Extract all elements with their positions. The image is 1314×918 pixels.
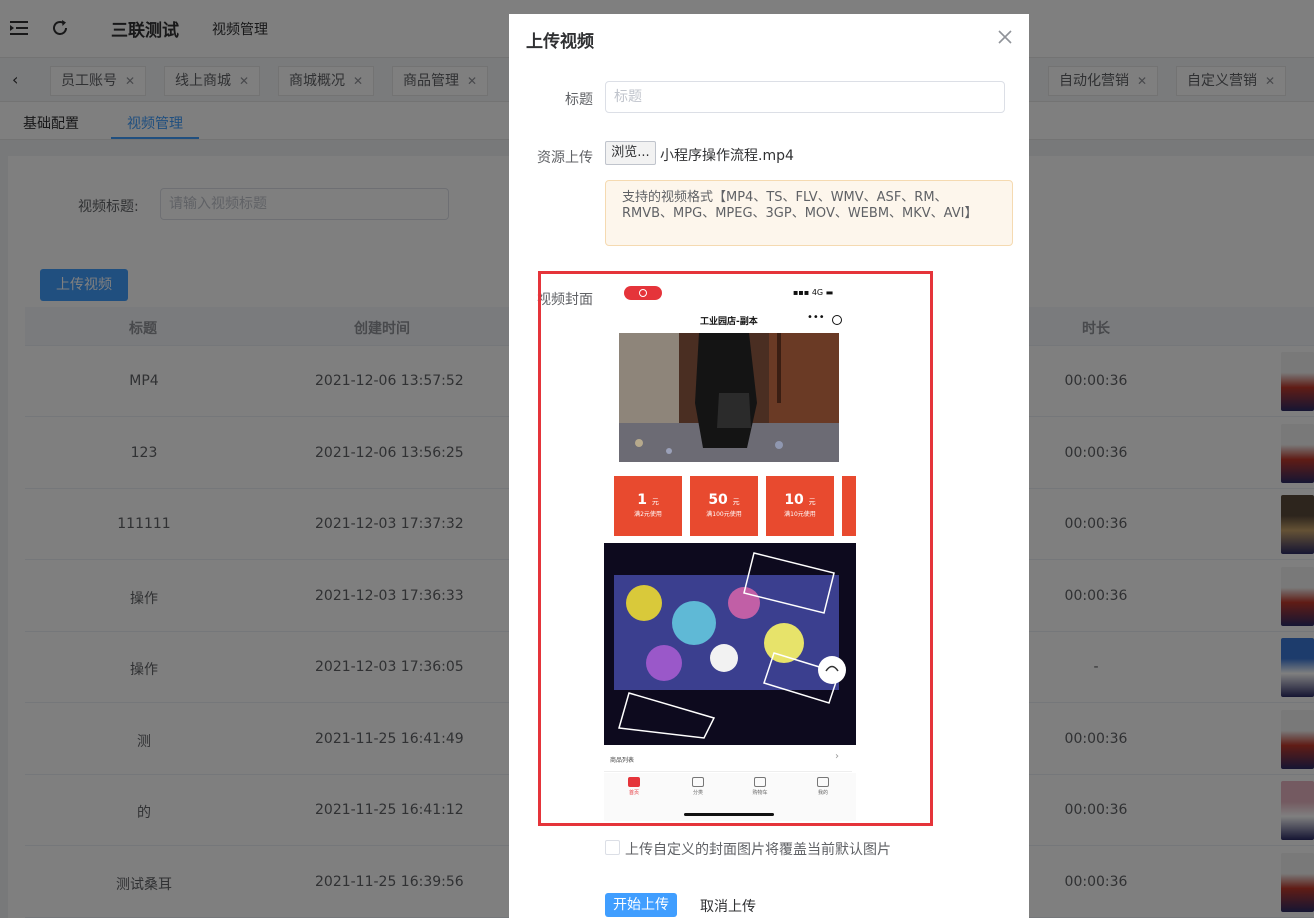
coupon-card: 1 元 满2元使用 — [614, 476, 682, 536]
browse-file-button[interactable]: 浏览... — [605, 141, 656, 165]
coupon-amount: 10 — [784, 492, 804, 508]
dialog-title: 上传视频 — [526, 32, 594, 52]
product-list-label: 商品列表 — [610, 757, 635, 764]
home-icon — [628, 777, 640, 787]
phone-nav-header: 工业园店-副本 ••• — [604, 310, 856, 332]
selected-file-name: 小程序操作流程.mp4 — [660, 148, 794, 164]
start-upload-button[interactable]: 开始上传 — [605, 893, 677, 917]
phone-tab-label: 我的 — [817, 790, 828, 796]
phone-tab-label: 分类 — [692, 790, 703, 796]
title-field-label: 标题 — [565, 92, 593, 108]
coupon-condition: 满10元使用 — [784, 511, 816, 518]
coupon-condition: 满100元使用 — [706, 511, 742, 518]
source-upload-label: 资源上传 — [537, 150, 593, 166]
coupon-card-partial — [842, 476, 856, 536]
coupon-amount: 1 — [637, 492, 647, 508]
grid-icon — [692, 777, 704, 787]
phone-tab-label: 购物车 — [752, 790, 768, 796]
recording-indicator — [624, 286, 662, 300]
coupon-unit: 元 — [808, 498, 816, 506]
coupon-amount: 50 — [708, 492, 728, 508]
custom-cover-checkbox-label[interactable]: 上传自定义的封面图片将覆盖当前默认图片 — [625, 839, 891, 859]
cart-icon — [754, 777, 766, 787]
chevron-right-icon: › — [835, 751, 839, 762]
phone-tab-cart: 购物车 — [740, 777, 780, 796]
coupon-unit: 元 — [651, 498, 659, 506]
shop-title: 工业园店-副本 — [700, 317, 758, 327]
title-input[interactable]: 标题 — [605, 81, 1005, 113]
custom-cover-checkbox[interactable] — [605, 840, 620, 855]
coupon-unit: 元 — [732, 498, 740, 506]
upload-video-dialog: 上传视频 标题 标题 资源上传 浏览... 小程序操作流程.mp4 支持的视频格… — [509, 14, 1029, 918]
home-indicator — [684, 813, 774, 816]
product-photo-image — [619, 333, 839, 462]
supported-formats-notice: 支持的视频格式【MP4、TS、FLV、WMV、ASF、RM、RMVB、MPG、M… — [605, 180, 1013, 246]
record-icon — [639, 289, 647, 297]
close-icon[interactable] — [996, 28, 1014, 46]
video-cover-preview: ▪▪▪ 4G ▬ 工业园店-副本 ••• 1 元 满2元使用 50 元 满100… — [604, 284, 856, 821]
user-icon — [817, 777, 829, 787]
network-indicator: ▪▪▪ 4G ▬ — [793, 288, 834, 297]
more-icon: ••• — [807, 312, 825, 323]
phone-tab-mine: 我的 — [803, 777, 843, 796]
phone-tab-label: 首页 — [628, 790, 639, 796]
phone-tab-bar: 首页 分类 购物车 我的 — [604, 773, 856, 821]
coupon-strip: 1 元 满2元使用 50 元 满100元使用 10 元 满10元使用 — [614, 476, 856, 536]
coupon-condition: 满2元使用 — [634, 511, 662, 518]
coupon-card: 10 元 满10元使用 — [766, 476, 834, 536]
product-list-row: 商品列表 › — [604, 746, 852, 772]
capsule-icon — [832, 315, 842, 325]
phone-tab-category: 分类 — [678, 777, 718, 796]
network-type: 4G — [811, 288, 824, 297]
phone-status-bar: ▪▪▪ 4G ▬ — [604, 284, 856, 310]
phone-tab-home: 首页 — [614, 777, 654, 796]
coupon-card: 50 元 满100元使用 — [690, 476, 758, 536]
cancel-upload-button[interactable]: 取消上传 — [700, 896, 756, 916]
banner-image — [604, 543, 856, 745]
